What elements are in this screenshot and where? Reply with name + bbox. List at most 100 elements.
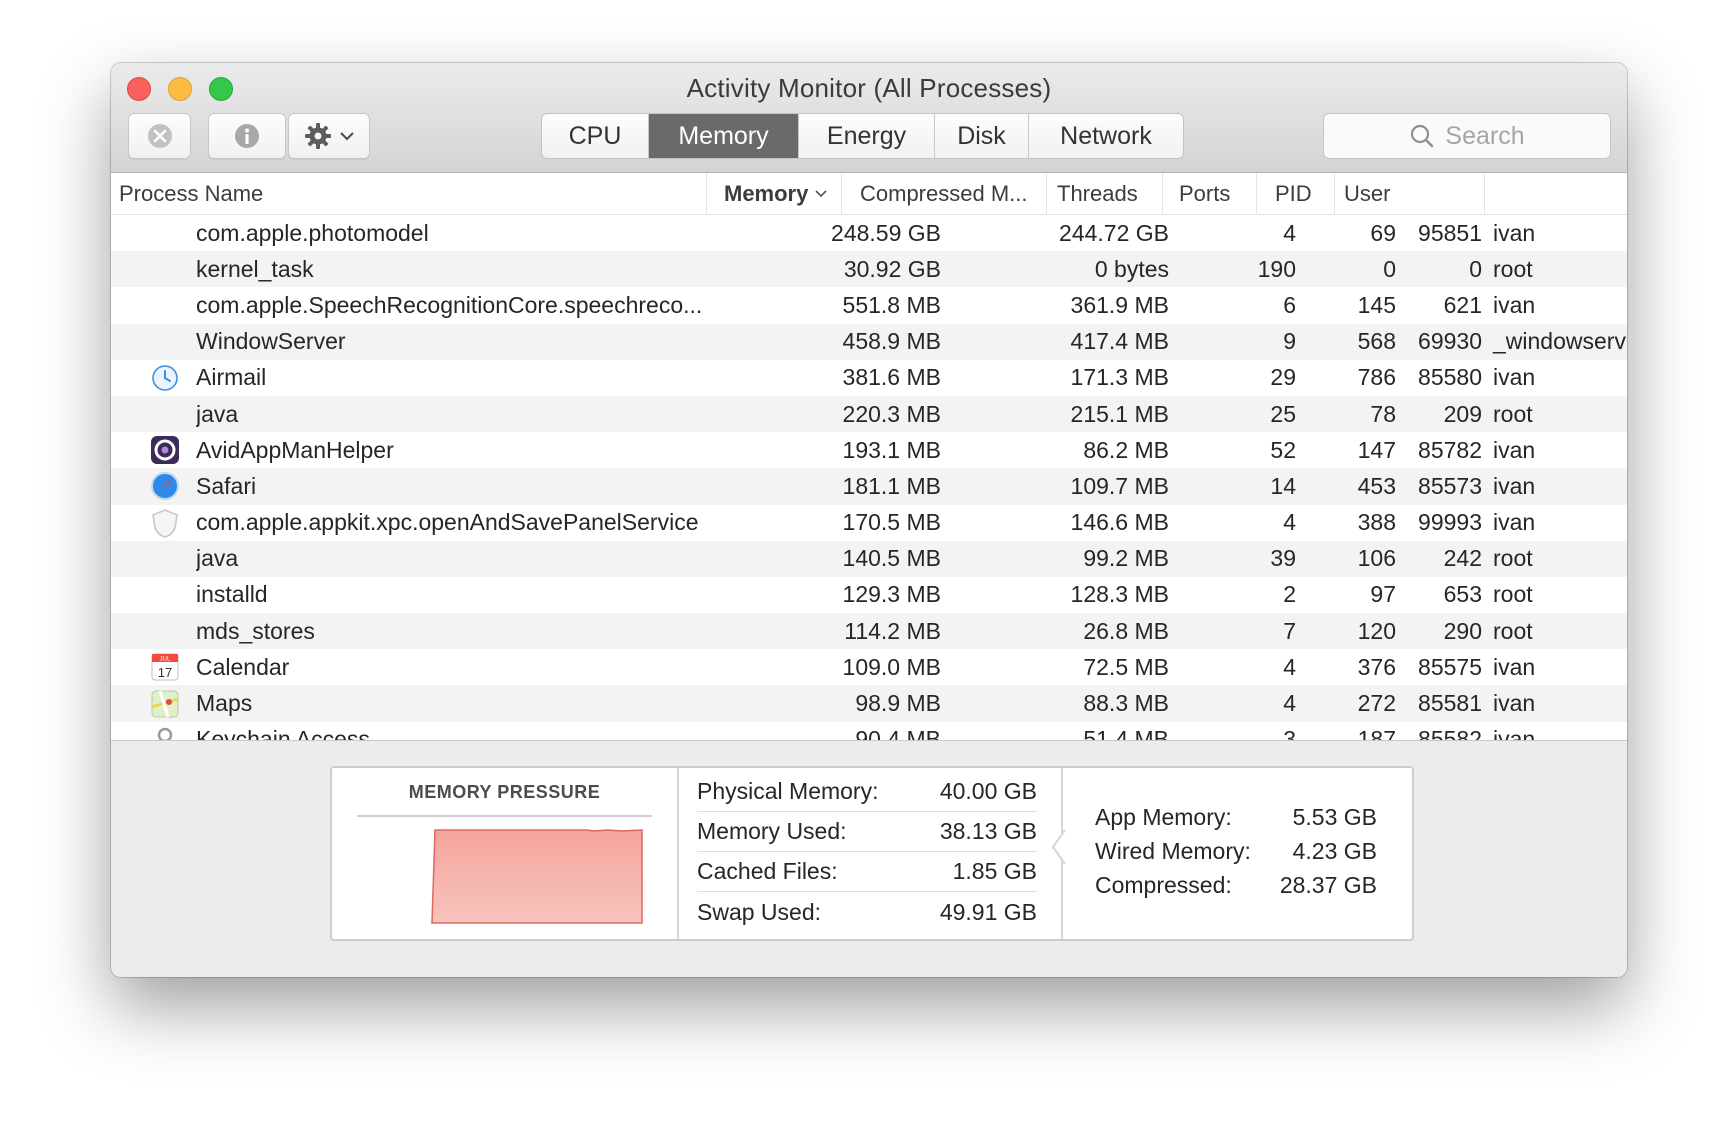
ports-cell: 388: [1357, 509, 1396, 536]
stat-label: Physical Memory:: [697, 778, 879, 804]
threads-cell: 52: [1270, 436, 1296, 463]
no-icon: [150, 396, 180, 432]
table-row[interactable]: java 220.3 MB 215.1 MB 25 78 209 root: [111, 395, 1627, 433]
tab-network[interactable]: Network: [1029, 114, 1183, 158]
inspect-process-button[interactable]: [208, 113, 286, 159]
tab-disk[interactable]: Disk: [935, 114, 1029, 158]
table-row[interactable]: Safari 181.1 MB 109.7 MB 14 453 85573 ivan: [111, 468, 1627, 505]
stat-compressed: Compressed: 28.37 GB: [1095, 868, 1377, 902]
threads-cell: 4: [1283, 509, 1296, 536]
memory-pressure-graph: [431, 829, 643, 924]
threads-cell: 6: [1283, 291, 1296, 318]
threads-cell: 2: [1283, 581, 1296, 608]
column-memory[interactable]: Memory: [706, 173, 841, 215]
stat-label: App Memory:: [1095, 803, 1232, 830]
user-cell: ivan: [1493, 690, 1536, 717]
action-menu-button[interactable]: [288, 113, 370, 159]
stat-value: 38.13 GB: [939, 818, 1037, 844]
table-row[interactable]: WindowServer 458.9 MB 417.4 MB 9 568 69930 _wi…: [111, 323, 1627, 360]
stat-label: Compressed:: [1095, 871, 1232, 898]
threads-cell: 9: [1283, 328, 1296, 355]
memory-cell: 248.59 GB: [831, 219, 941, 246]
ports-cell: 376: [1357, 653, 1396, 680]
threads-cell: 3: [1283, 726, 1296, 740]
pid-cell: 85573: [1418, 472, 1482, 499]
user-cell: ivan: [1493, 472, 1536, 499]
column-divider: [1484, 173, 1485, 215]
table-row[interactable]: Airmail 381.6 MB 171.3 MB 29 786 85580 ivan: [111, 360, 1627, 396]
ports-cell: 69: [1370, 219, 1396, 246]
search-icon: [1411, 124, 1434, 148]
stat-label: Memory Used:: [697, 818, 847, 844]
stat-value: 1.85 GB: [952, 858, 1037, 884]
table-row[interactable]: JUL 17 Calendar 109.0 MB 72.5 MB 4 376 85575 iva…: [111, 649, 1627, 685]
memory-cell: 109.0 MB: [842, 653, 941, 680]
pid-cell: 242: [1443, 545, 1482, 572]
quit-process-button[interactable]: [128, 113, 191, 159]
ports-cell: 147: [1357, 436, 1396, 463]
tab-cpu[interactable]: CPU: [542, 114, 649, 158]
pid-cell: 0: [1469, 255, 1482, 282]
compressed-memory-cell: 72.5 MB: [1083, 653, 1169, 680]
memory-cell: 381.6 MB: [842, 364, 941, 391]
pid-cell: 85575: [1418, 653, 1482, 680]
compressed-memory-cell: 128.3 MB: [1070, 581, 1169, 608]
table-row[interactable]: mds_stores 114.2 MB 26.8 MB 7 120 290 root: [111, 613, 1627, 650]
table-row[interactable]: com.apple.SpeechRecognitionCore.speechre…: [111, 287, 1627, 323]
compressed-memory-cell: 88.3 MB: [1083, 690, 1169, 717]
pid-cell: 85581: [1418, 690, 1482, 717]
user-cell: root: [1493, 617, 1533, 644]
memory-cell: 170.5 MB: [842, 509, 941, 536]
compressed-memory-cell: 417.4 MB: [1070, 328, 1169, 355]
stat-value: 28.37 GB: [1279, 871, 1377, 898]
calendar-icon: JUL 17: [150, 649, 180, 685]
pid-cell: 99993: [1418, 509, 1482, 536]
tab-memory[interactable]: Memory: [649, 114, 799, 158]
user-cell: root: [1493, 581, 1533, 608]
gear-icon: [305, 123, 331, 149]
app-memory-section: App Memory: 5.53 GB Wired Memory: 4.23 G…: [1063, 768, 1414, 939]
no-icon: [150, 324, 180, 360]
threads-cell: 190: [1257, 255, 1296, 282]
no-icon: [150, 613, 180, 649]
stat-label: Wired Memory:: [1095, 837, 1251, 864]
user-cell: ivan: [1493, 364, 1536, 391]
table-row[interactable]: Maps 98.9 MB 88.3 MB 4 272 85581 ivan: [111, 685, 1627, 722]
memory-stats-section: Physical Memory: 40.00 GB Memory Used: 3…: [679, 768, 1063, 939]
user-cell: root: [1493, 255, 1533, 282]
table-row[interactable]: java 140.5 MB 99.2 MB 39 106 242 root: [111, 540, 1627, 577]
threads-cell: 4: [1283, 690, 1296, 717]
table-row[interactable]: installd 129.3 MB 128.3 MB 2 97 653 root: [111, 577, 1627, 613]
table-row[interactable]: com.apple.appkit.xpc.openAndSavePanelSer…: [111, 505, 1627, 541]
memory-pressure-section: MEMORY PRESSURE: [332, 768, 679, 939]
column-threads[interactable]: Threads: [1046, 173, 1162, 215]
table-row[interactable]: AvidAppManHelper 193.1 MB 86.2 MB 52 147 8578…: [111, 432, 1627, 468]
stat-label: Swap Used:: [697, 898, 822, 925]
memory-cell: 140.5 MB: [842, 545, 941, 572]
column-process-name[interactable]: Process Name: [119, 173, 649, 215]
column-ports[interactable]: Ports: [1162, 173, 1256, 215]
titlebar: Activity Monitor (All Processes) CPU Mem…: [111, 63, 1627, 173]
column-compressed-memory[interactable]: Compressed M...: [841, 173, 1046, 215]
user-cell: ivan: [1493, 219, 1536, 246]
memory-cell: 551.8 MB: [842, 291, 941, 318]
table-row[interactable]: Keychain Access 90.4 MB 51.4 MB 3 187 85582 iv…: [111, 722, 1627, 740]
avid-icon: [150, 432, 180, 468]
no-icon: [150, 577, 180, 613]
compressed-memory-cell: 51.4 MB: [1083, 726, 1169, 740]
search-field[interactable]: Search: [1323, 113, 1611, 159]
column-pid[interactable]: PID: [1256, 173, 1334, 215]
compressed-memory-cell: 146.6 MB: [1070, 509, 1169, 536]
airmail-icon: [150, 360, 180, 396]
column-user[interactable]: User: [1334, 173, 1484, 215]
threads-cell: 4: [1283, 653, 1296, 680]
memory-cell: 129.3 MB: [842, 581, 941, 608]
stat-value: 5.53 GB: [1292, 803, 1377, 830]
memory-pressure-area: [431, 829, 643, 924]
activity-monitor-window: Activity Monitor (All Processes) CPU Mem…: [111, 63, 1627, 977]
table-row[interactable]: kernel_task 30.92 GB 0 bytes 190 0 0 root: [111, 251, 1627, 288]
pid-cell: 85580: [1418, 364, 1482, 391]
process-rows: com.apple.photomodel 248.59 GB 244.72 GB 4 6…: [111, 215, 1627, 740]
tab-energy[interactable]: Energy: [799, 114, 935, 158]
table-row[interactable]: com.apple.photomodel 248.59 GB 244.72 GB 4 6…: [111, 215, 1627, 251]
